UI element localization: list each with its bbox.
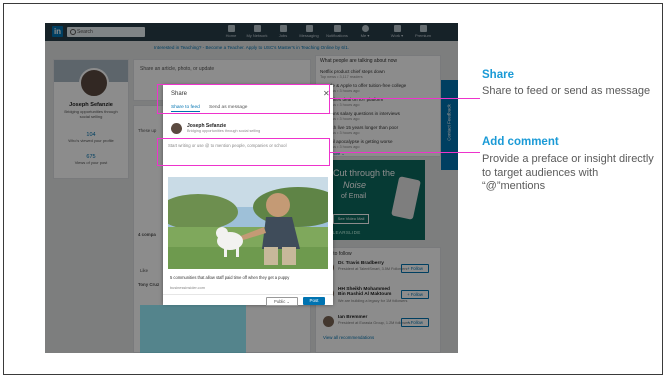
share-highlight-box <box>157 84 330 114</box>
share-connector-line <box>330 98 480 99</box>
comment-annotation-title: Add comment <box>482 136 559 148</box>
share-annotation-body: Share to feed or send as message <box>482 85 651 97</box>
comment-highlight-box <box>157 138 330 166</box>
linkedin-screenshot: in Search Home My Network Jobs Messaging… <box>45 23 458 353</box>
feed-photo[interactable] <box>140 305 246 353</box>
comment-annotation-body: Provide a preface or insight directly to… <box>482 153 654 192</box>
visibility-select[interactable]: Public ⌄ <box>266 297 298 306</box>
comment-connector-line <box>330 152 480 153</box>
article-caption[interactable]: 5 communities that allow staff paid time… <box>170 275 289 280</box>
post-button[interactable]: Post <box>303 297 325 305</box>
author-headline: Bridging opportunities through social se… <box>187 129 261 133</box>
avatar <box>171 123 182 134</box>
share-annotation-title: Share <box>482 69 514 81</box>
divider <box>163 294 333 295</box>
article-source: businessinsider.com <box>170 285 206 290</box>
shared-article-image[interactable] <box>168 177 328 269</box>
puppy-photo <box>168 177 328 269</box>
share-modal: Share ✕ Share to feed Send as message Jo… <box>163 85 333 306</box>
